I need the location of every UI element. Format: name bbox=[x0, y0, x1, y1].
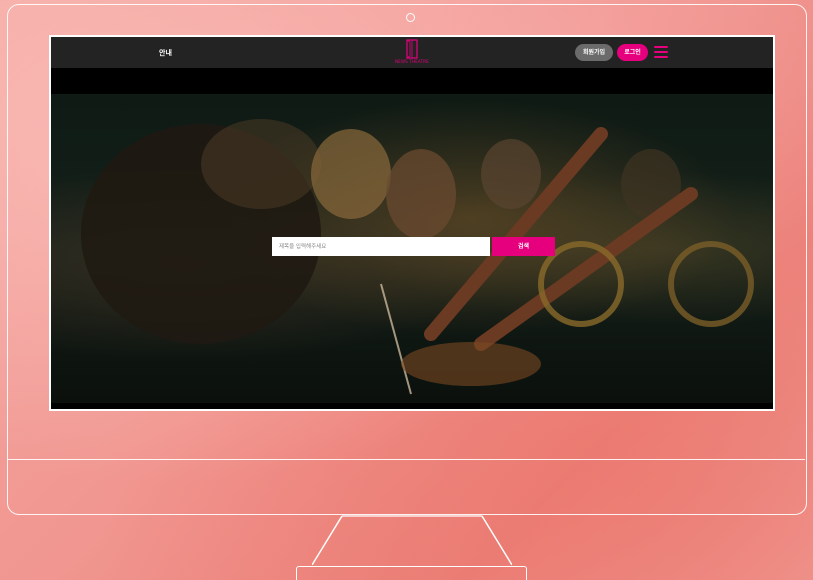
nav-guide-link[interactable]: 안내 bbox=[159, 48, 172, 58]
logo-text: NEWS THEATRE bbox=[395, 59, 429, 64]
login-button[interactable]: 로그인 bbox=[617, 44, 648, 61]
signup-button[interactable]: 회원가입 bbox=[575, 44, 613, 61]
monitor-stand bbox=[312, 515, 512, 565]
search-button[interactable]: 검색 bbox=[492, 237, 555, 256]
top-navbar: 안내 NEWS THEATRE 회원가입 로그인 bbox=[51, 37, 773, 68]
site-logo[interactable]: NEWS THEATRE bbox=[392, 39, 432, 67]
menu-icon[interactable] bbox=[654, 46, 668, 59]
website-screen: 안내 NEWS THEATRE 회원가입 로그인 제목을 입력해주세요 검색 bbox=[49, 35, 775, 411]
logo-icon bbox=[406, 39, 418, 59]
search-input[interactable] bbox=[272, 237, 490, 256]
monitor-base bbox=[296, 566, 527, 580]
monitor-chin-divider bbox=[8, 459, 805, 460]
camera-icon bbox=[406, 13, 415, 22]
hero-banner: 검색 bbox=[51, 94, 773, 403]
